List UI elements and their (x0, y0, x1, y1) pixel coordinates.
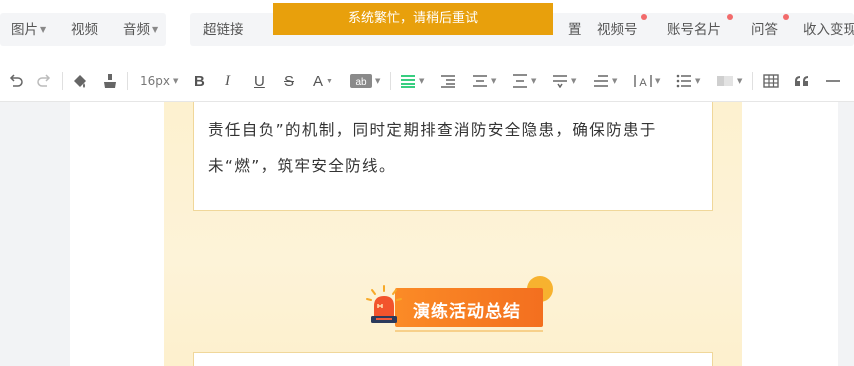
line-height-icon[interactable]: ▼ (512, 72, 536, 90)
account-card-new-badge (727, 14, 733, 20)
paragraph-line[interactable]: 责任自负”的机制，同时定期排查消防安全隐患，确保防患于 (208, 118, 657, 140)
chevron-down-icon: ▼ (173, 77, 179, 85)
qa-new-badge (783, 14, 789, 20)
insert-location-button[interactable]: 置 (568, 21, 582, 39)
chevron-down-icon: ▼ (40, 25, 47, 34)
insert-channels-label: 视频号 (597, 22, 638, 38)
indent-icon[interactable] (440, 72, 456, 90)
chevron-down-icon: ▼ (326, 77, 333, 85)
underline-icon[interactable]: U (254, 72, 265, 90)
insert-hyperlink-label: 超链接 (203, 22, 244, 38)
insert-monetize-label: 收入变现 (803, 22, 854, 38)
font-size-select[interactable]: 16px ▼ (140, 72, 178, 90)
insert-qa-label: 问答 (751, 22, 778, 38)
paragraph-line[interactable]: 未“燃”，筑牢安全防线。 (208, 154, 396, 176)
list-icon[interactable]: ▼ (676, 72, 700, 90)
redo-icon[interactable] (36, 72, 52, 90)
toolbar-divider (752, 72, 753, 90)
align-icon[interactable]: ▼ (400, 72, 424, 90)
insert-qa-button[interactable]: 问答 (751, 21, 778, 39)
chevron-down-icon: ▼ (737, 77, 743, 85)
insert-hyperlink-button[interactable]: 超链接 (203, 21, 244, 39)
chevron-down-icon: ▼ (491, 77, 497, 85)
chevron-down-icon: ▼ (531, 77, 537, 85)
alarm-light-icon (364, 284, 404, 330)
system-busy-toast: 系统繁忙，请稍后重试 (273, 3, 553, 35)
toolbar-divider (127, 72, 128, 90)
toolbar-divider (62, 72, 63, 90)
channels-new-badge (641, 14, 647, 20)
paragraph-spacing-icon[interactable]: ▼ (552, 72, 576, 90)
table-icon[interactable] (763, 72, 779, 90)
insert-account-card-label: 账号名片 (667, 22, 721, 38)
insert-account-card-button[interactable]: 账号名片 (667, 21, 721, 39)
italic-icon[interactable]: I (225, 72, 230, 90)
text-card[interactable] (193, 352, 713, 366)
divider-icon[interactable] (825, 72, 841, 90)
format-toolbar: 16px ▼ B I U S A ▼ ab ▼ ▼ ▼ ▼ ▼ ▼ A ▼ ▼ ▼ (0, 60, 854, 102)
chevron-down-icon: ▼ (375, 77, 381, 85)
first-line-indent-icon[interactable]: ▼ (593, 72, 617, 90)
section-heading-underline (395, 330, 543, 332)
strikethrough-icon[interactable]: S (284, 72, 294, 90)
chevron-down-icon: ▼ (655, 77, 661, 85)
border-shading-icon[interactable]: ▼ (716, 72, 742, 90)
insert-audio-button[interactable]: 音频 ▼ (123, 21, 158, 39)
quote-icon[interactable] (794, 72, 810, 90)
justify-icon[interactable]: ▼ (472, 72, 496, 90)
insert-audio-label: 音频 (123, 22, 150, 38)
toolbar-divider (390, 72, 391, 90)
chevron-down-icon: ▼ (695, 77, 701, 85)
font-color-icon[interactable]: A ▼ (313, 72, 333, 90)
insert-video-button[interactable]: 视频 (71, 21, 98, 39)
background-color-icon[interactable]: ab ▼ (350, 72, 380, 90)
chevron-down-icon: ▼ (419, 77, 425, 85)
section-heading-title: 演练活动总结 (413, 302, 521, 322)
toast-message: 系统繁忙，请稍后重试 (347, 11, 478, 26)
insert-location-label: 置 (568, 22, 582, 38)
chevron-down-icon: ▼ (152, 25, 159, 34)
svg-text:ab: ab (355, 77, 367, 88)
insert-image-button[interactable]: 图片 ▼ (11, 21, 46, 39)
chevron-down-icon: ▼ (612, 77, 618, 85)
bold-icon[interactable]: B (194, 72, 205, 90)
font-size-value: 16px (140, 74, 170, 88)
format-painter-icon[interactable] (72, 72, 88, 90)
svg-text:A: A (639, 77, 647, 88)
insert-video-label: 视频 (71, 22, 98, 38)
letter-spacing-icon[interactable]: A ▼ (634, 72, 660, 90)
insert-image-label: 图片 (11, 22, 38, 38)
undo-icon[interactable] (8, 72, 24, 90)
clear-format-icon[interactable] (102, 72, 118, 90)
insert-monetize-button[interactable]: 收入变现 (803, 21, 854, 39)
chevron-down-icon: ▼ (571, 77, 577, 85)
insert-channels-button[interactable]: 视频号 (597, 21, 638, 39)
